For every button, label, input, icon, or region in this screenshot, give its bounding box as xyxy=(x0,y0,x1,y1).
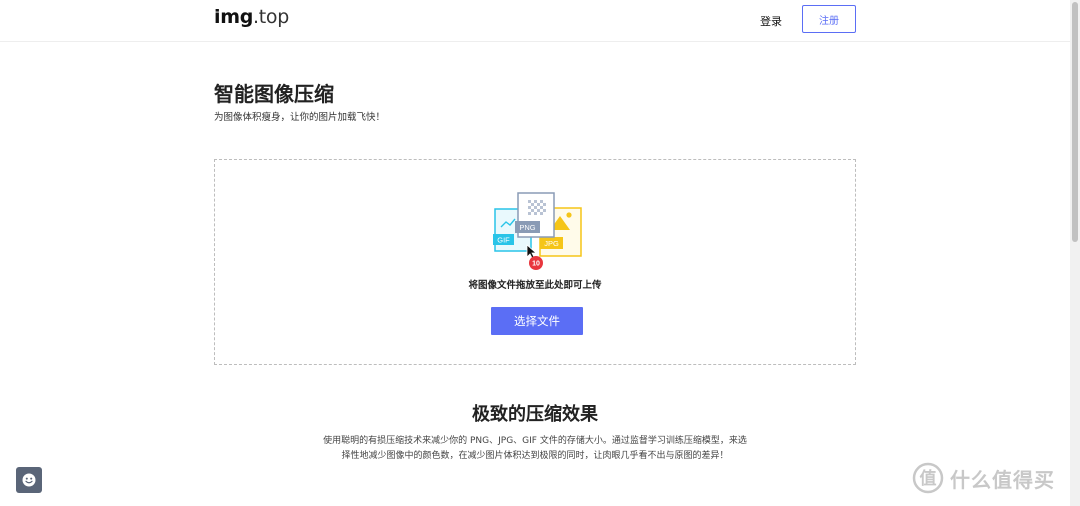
page-scrollbar[interactable] xyxy=(1070,0,1080,506)
page-subtitle: 为图像体积瘦身，让你的图片加载飞快！ xyxy=(214,112,386,123)
logo-main: img xyxy=(214,6,254,28)
feedback-button[interactable] xyxy=(16,467,42,493)
feature-title: 极致的压缩效果 xyxy=(472,404,598,425)
count-badge: 10 xyxy=(529,256,543,270)
scrollbar-thumb[interactable] xyxy=(1072,2,1078,242)
badge-count: 10 xyxy=(532,261,540,268)
smzdm-logo: 值 xyxy=(912,462,944,494)
watermark-text: 什么值得买 xyxy=(950,467,1055,492)
gif-tag: GIF xyxy=(497,236,510,245)
drop-instruction: 将图像文件拖放至此处即可上传 xyxy=(468,280,602,291)
page-title: 智能图像压缩 xyxy=(214,82,334,106)
file-types-illustration: GIF JPG PNG 10 xyxy=(493,192,582,270)
top-header: img.top 登录 注册 xyxy=(0,0,1070,42)
jpg-tag: JPG xyxy=(544,239,559,248)
register-button[interactable]: 注册 xyxy=(802,5,856,33)
png-file-card: PNG xyxy=(515,192,555,238)
smiley-icon xyxy=(22,473,36,487)
site-logo[interactable]: img.top xyxy=(214,6,289,28)
png-tag: PNG xyxy=(519,223,535,232)
site-watermark: 值 什么值得买 xyxy=(912,462,1055,494)
feature-description: 使用聪明的有损压缩技术来减少你的 PNG、JPG、GIF 文件的存储大小。通过监… xyxy=(323,436,747,461)
login-link[interactable]: 登录 xyxy=(760,13,782,29)
svg-text:值: 值 xyxy=(920,468,937,488)
logo-suffix: .top xyxy=(253,6,289,28)
upload-dropzone[interactable]: GIF JPG PNG 10 将图像文件拖放至此处即可上传 选择文件 xyxy=(214,159,856,365)
select-file-button[interactable]: 选择文件 xyxy=(491,307,583,335)
